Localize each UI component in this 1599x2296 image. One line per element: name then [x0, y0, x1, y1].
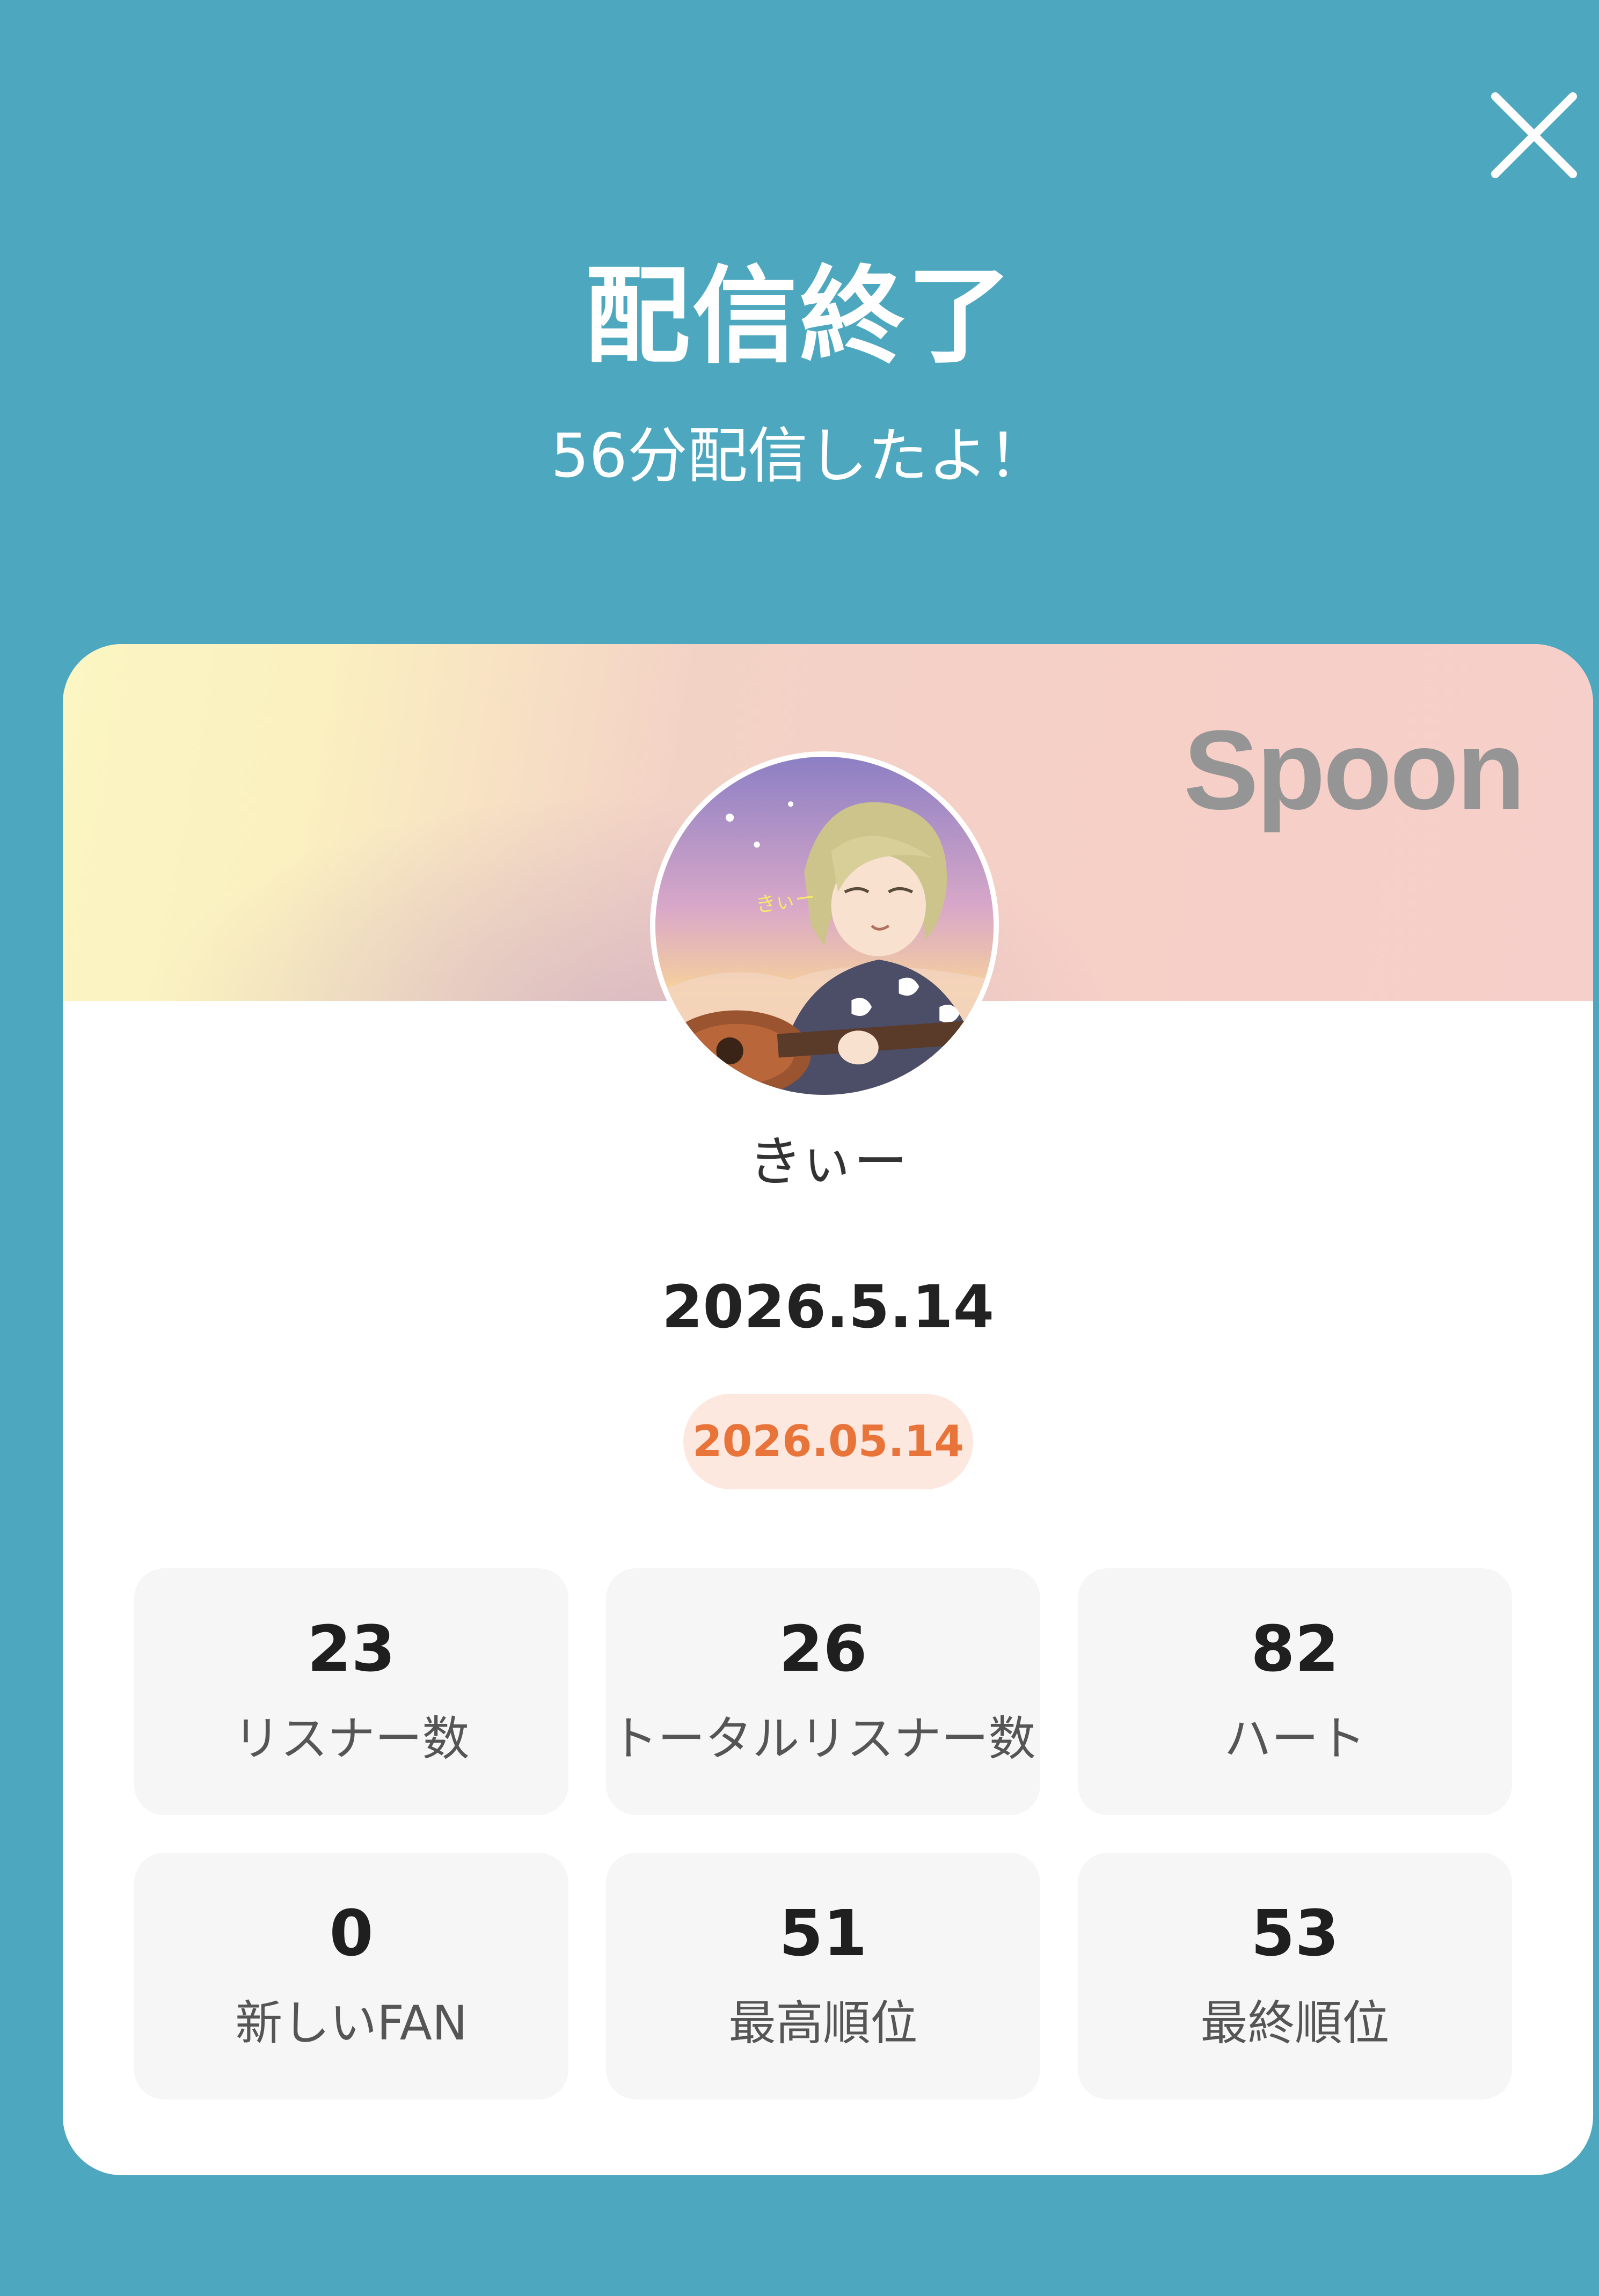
date-badge: 2026.05.14	[683, 1394, 973, 1489]
stats-grid: 23 リスナー数 26 トータルリスナー数 82 ハート 0 新しいFAN 51…	[134, 1568, 1523, 2100]
stat-label: リスナー数	[233, 1711, 470, 1766]
broadcast-summary-card: Spoon きぃー きぃー 2026.5.14 2026.05.14 23 リス…	[63, 644, 1593, 2175]
stat-value: 23	[307, 1612, 396, 1686]
stat-hearts: 82 ハート	[1078, 1568, 1512, 1815]
avatar: きぃー	[650, 751, 999, 1100]
stat-label: 新しいFAN	[235, 1995, 468, 2051]
page-title: 配信終了	[585, 255, 1014, 378]
stat-value: 82	[1251, 1612, 1339, 1686]
close-button[interactable]	[1488, 89, 1580, 181]
brand-logo: Spoon	[1183, 707, 1525, 833]
broadcast-date: 2026.5.14	[661, 1273, 995, 1341]
stat-listeners: 23 リスナー数	[134, 1568, 568, 1815]
stat-label: 最高順位	[728, 1995, 918, 2051]
stat-value: 0	[329, 1896, 374, 1970]
stat-new-fans: 0 新しいFAN	[134, 1853, 568, 2100]
close-icon	[1491, 92, 1577, 178]
stat-label: ハート	[1224, 1711, 1366, 1766]
stat-value: 53	[1251, 1896, 1339, 1970]
avatar-image: きぃー	[655, 757, 994, 1095]
stat-label: トータルリスナー数	[610, 1711, 1036, 1766]
username: きぃー	[748, 1130, 908, 1193]
stat-final-rank: 53 最終順位	[1078, 1853, 1512, 2100]
broadcast-duration-text: 56分配信したよ！	[551, 421, 1048, 491]
stat-highest-rank: 51 最高順位	[606, 1853, 1040, 2100]
stat-value: 51	[779, 1896, 867, 1970]
stat-value: 26	[779, 1612, 867, 1686]
stat-total-listeners: 26 トータルリスナー数	[606, 1568, 1040, 1815]
stat-label: 最終順位	[1200, 1995, 1390, 2051]
